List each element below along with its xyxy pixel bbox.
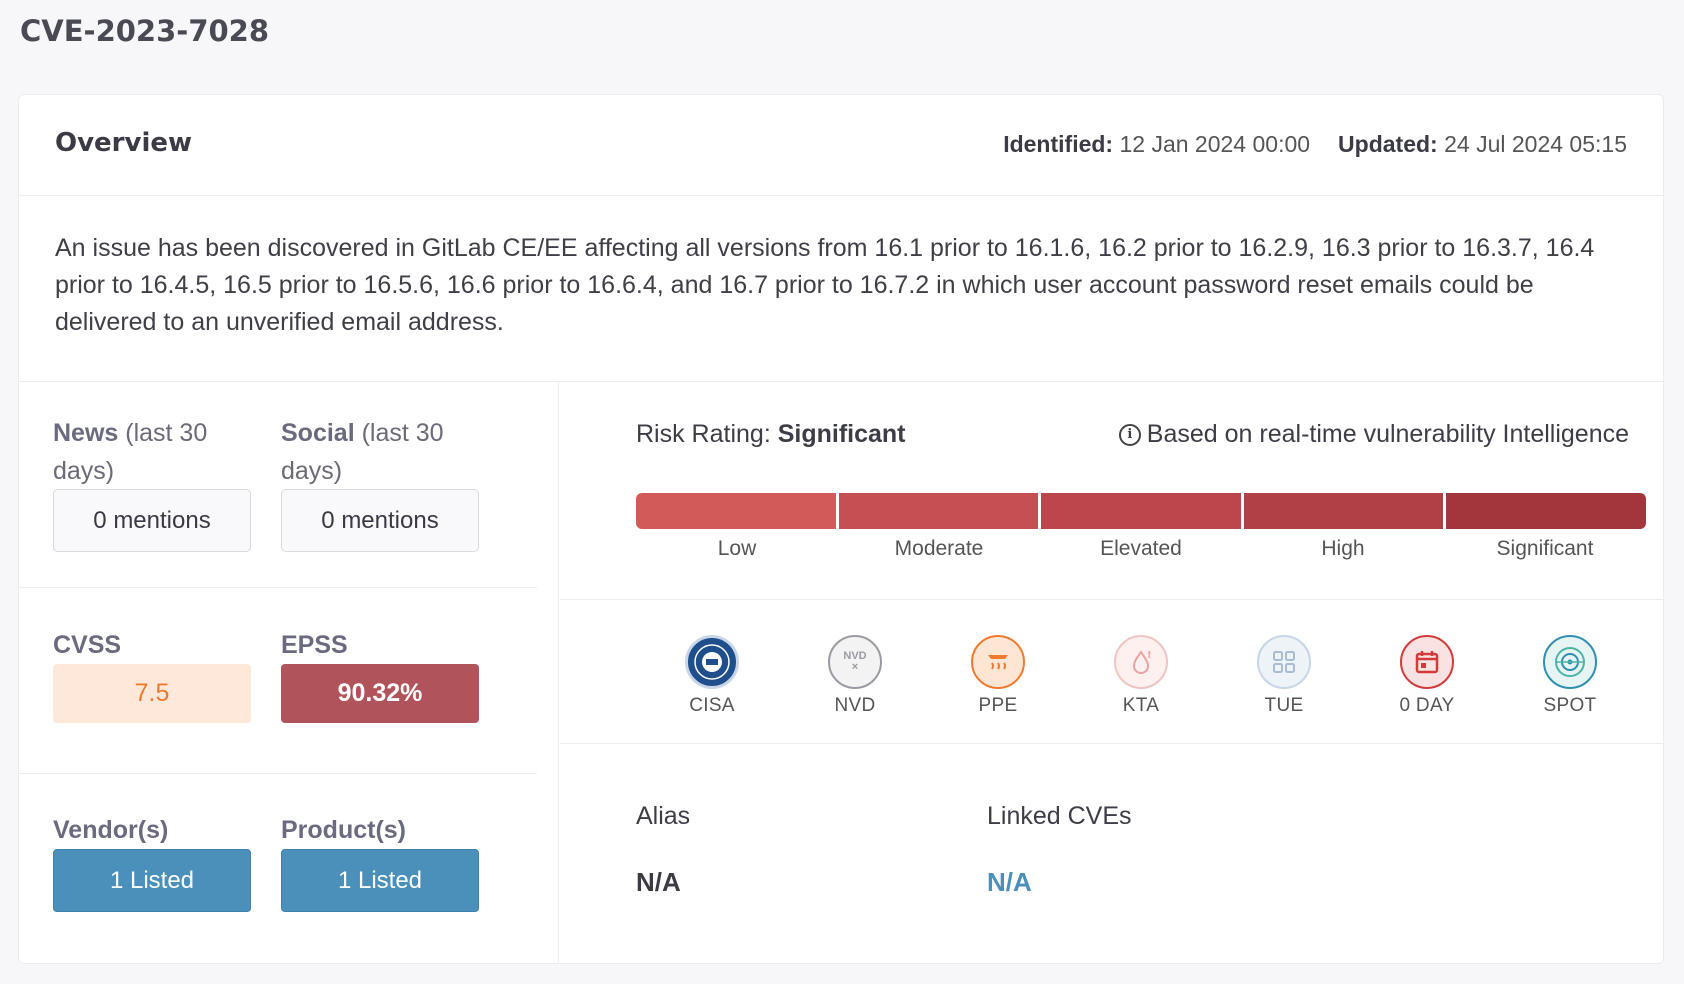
alias-label: Alias [636,802,691,830]
risk-note: i Based on real-time vulnerability Intel… [1118,420,1629,449]
alias-value: N/A [636,867,681,897]
source-zero-day[interactable]: 0 DAY [1387,635,1467,717]
epss-label: EPSS [281,631,348,659]
kta-icon: ! [1114,635,1168,689]
overview-dates: Identified: 12 Jan 2024 00:00 Updated: 2… [1003,131,1627,158]
stats-panel: News (last 30 days) Social (last 30 days… [19,382,559,963]
risk-segment-significant [1446,493,1646,529]
divider [19,773,537,774]
svg-text:!: ! [1147,650,1152,661]
risk-scale-bar [636,493,1646,529]
risk-rating: Risk Rating: Significant [636,420,906,448]
risk-level-label: High [1321,537,1365,560]
risk-level-label: Moderate [894,537,984,560]
risk-level-label: Significant [1496,537,1594,560]
source-cisa[interactable]: CISA [672,635,752,717]
overview-title: Overview [55,128,193,158]
products-listed-button[interactable]: 1 Listed [281,849,479,912]
source-tue[interactable]: TUE [1244,635,1324,717]
risk-segment-moderate [838,493,1039,529]
products-label: Product(s) [281,816,406,844]
source-kta[interactable]: ! KTA [1101,635,1181,717]
divider [560,599,1663,600]
risk-level-label: Elevated [1100,537,1182,560]
ppe-icon [971,635,1025,689]
linked-cves-value[interactable]: N/A [987,867,1032,898]
social-mentions[interactable]: 0 mentions [281,489,479,552]
risk-panel: Risk Rating: Significant i Based on real… [560,382,1663,963]
source-ppe[interactable]: PPE [958,635,1038,717]
intel-sources: CISA NVD × NVD PPE ! KTA TUE 0 DAY SPOT [636,635,1646,717]
divider [19,587,537,588]
nvd-icon: NVD × [828,635,882,689]
spot-icon [1543,635,1597,689]
risk-level-label: Low [717,537,757,560]
identified-date: Identified: 12 Jan 2024 00:00 [1003,131,1311,157]
source-spot[interactable]: SPOT [1530,635,1610,717]
cvss-score: 7.5 [53,664,251,723]
overview-header: Overview Identified: 12 Jan 2024 00:00 U… [19,95,1663,196]
updated-date: Updated: 24 Jul 2024 05:15 [1338,131,1627,157]
social-label: Social (last 30 days) [281,419,444,485]
divider [560,743,1663,744]
linked-cves-label: Linked CVEs [987,802,1132,830]
risk-segment-high [1243,493,1444,529]
epss-score: 90.32% [281,664,479,723]
news-label: News (last 30 days) [53,419,208,485]
risk-scale-labels: Low Moderate Elevated High Significant [636,537,1646,561]
cvss-label: CVSS [53,631,122,659]
info-icon[interactable]: i [1118,423,1141,446]
vendors-listed-button[interactable]: 1 Listed [53,849,251,912]
cisa-seal-icon [685,635,739,689]
cve-description: An issue has been discovered in GitLab C… [55,234,1595,336]
vendors-label: Vendor(s) [53,816,169,844]
source-nvd[interactable]: NVD × NVD [815,635,895,717]
overview-card: Overview Identified: 12 Jan 2024 00:00 U… [18,94,1664,964]
zero-day-icon [1400,635,1454,689]
risk-segment-elevated [1041,493,1241,529]
page-title: CVE-2023-7028 [20,14,270,48]
risk-segment-low [636,493,836,529]
tue-icon [1257,635,1311,689]
news-mentions[interactable]: 0 mentions [53,489,251,552]
